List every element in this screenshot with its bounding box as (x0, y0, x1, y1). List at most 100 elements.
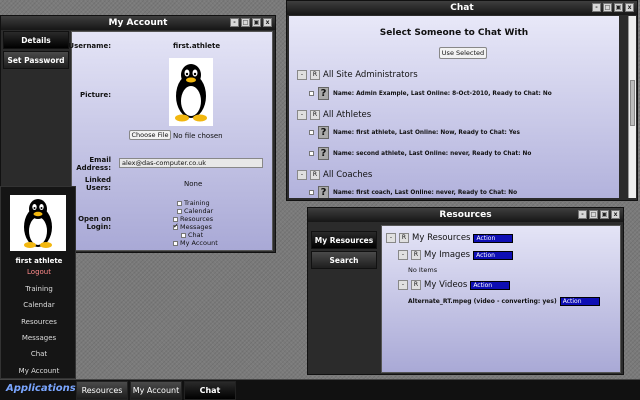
maximize-button[interactable]: ▣ (600, 210, 609, 219)
collapse-button[interactable]: - (297, 170, 307, 180)
choose-file-button[interactable]: Choose File (129, 130, 171, 140)
tree-label: My Images (424, 250, 471, 260)
select-checkbox[interactable] (309, 151, 314, 156)
chat-title: Chat (450, 3, 474, 13)
details-button[interactable]: Details (3, 31, 69, 49)
menu-calendar[interactable]: Calendar (1, 301, 77, 309)
applications-menu[interactable]: Applications (6, 383, 76, 394)
my-account-option-label: My Account (180, 239, 218, 247)
no-file-chosen-text: No file chosen (173, 132, 223, 140)
refresh-button[interactable]: R (399, 233, 409, 243)
menu-resources[interactable]: Resources (1, 318, 77, 326)
scrollbar-thumb[interactable] (630, 80, 635, 126)
group-title: All Site Administrators (323, 70, 418, 80)
group-coaches: - R All Coaches (297, 170, 372, 180)
user-avatar-penguin (169, 58, 213, 126)
collapse-button[interactable]: - (398, 250, 408, 260)
email-row: Email Address: (67, 156, 111, 172)
set-password-button[interactable]: Set Password (3, 51, 69, 69)
picture-row: Picture: (67, 91, 111, 99)
unknown-user-icon: ? (318, 147, 329, 160)
close-button[interactable]: x (611, 210, 620, 219)
resources-titlebar[interactable]: Resources - □ ▣ x (308, 208, 623, 222)
unknown-user-icon: ? (318, 87, 329, 100)
collapse-button[interactable]: - (398, 280, 408, 290)
minimize-button[interactable]: - (592, 3, 601, 12)
refresh-button[interactable]: R (310, 170, 320, 180)
maximize-button[interactable]: ▣ (614, 3, 623, 12)
calendar-option-label: Calendar (184, 207, 214, 215)
person-info: Name: first athlete, Last Online: Now, R… (333, 129, 520, 136)
close-button[interactable]: x (625, 3, 634, 12)
collapse-button[interactable]: - (386, 233, 396, 243)
chat-checkbox[interactable] (181, 232, 186, 238)
person-row[interactable]: ? Name: second athlete, Last Online: nev… (309, 147, 531, 160)
taskbar: Applications Resources My Account Chat (0, 379, 640, 400)
unknown-user-icon: ? (318, 126, 329, 139)
tree-label: My Videos (424, 280, 468, 290)
menu-my-account[interactable]: My Account (1, 367, 77, 375)
messages-checkbox[interactable] (173, 222, 179, 230)
menu-chat[interactable]: Chat (1, 350, 77, 358)
taskbar-resources[interactable]: Resources (76, 381, 128, 400)
username-row: Username: (67, 42, 111, 50)
username-label: Username: (68, 42, 111, 50)
person-row[interactable]: ? Name: first athlete, Last Online: Now,… (309, 126, 520, 139)
action-dropdown[interactable]: Action (473, 233, 514, 243)
use-selected-button[interactable]: Use Selected (439, 47, 487, 59)
minimize-button[interactable]: - (578, 210, 587, 219)
taskbar-my-account[interactable]: My Account (130, 381, 182, 400)
taskbar-chat[interactable]: Chat (184, 381, 236, 400)
my-account-titlebar[interactable]: My Account - □ ▣ x (1, 16, 275, 30)
group-athletes: - R All Athletes (297, 110, 371, 120)
profile-avatar-penguin (10, 195, 66, 251)
maximize-button[interactable]: ▣ (252, 18, 261, 27)
chat-window: Chat - □ ▣ x Select Someone to Chat With… (286, 0, 638, 201)
action-dropdown[interactable]: Action (473, 250, 514, 260)
login-option-chat[interactable]: Chat (181, 231, 203, 239)
restore-button[interactable]: □ (241, 18, 250, 27)
select-checkbox[interactable] (309, 91, 314, 96)
person-row[interactable]: ? Name: first coach, Last Online: never,… (309, 186, 517, 198)
my-account-checkbox[interactable] (173, 240, 178, 246)
person-info: Name: second athlete, Last Online: never… (333, 150, 532, 157)
resources-title: Resources (439, 210, 492, 220)
refresh-button[interactable]: R (411, 250, 421, 260)
collapse-button[interactable]: - (297, 110, 307, 120)
minimize-button[interactable]: - (230, 18, 239, 27)
search-button[interactable]: Search (311, 251, 377, 269)
messages-option-label: Messages (180, 223, 212, 231)
my-resources-button[interactable]: My Resources (311, 231, 377, 249)
refresh-button[interactable]: R (310, 110, 320, 120)
login-option-calendar[interactable]: Calendar (177, 207, 213, 215)
chat-contact-list: Select Someone to Chat With Use Selected… (289, 16, 619, 198)
refresh-button[interactable]: R (411, 280, 421, 290)
person-row[interactable]: ? Name: Admin Example, Last Online: 8-Oc… (309, 87, 552, 100)
restore-button[interactable]: □ (603, 3, 612, 12)
close-button[interactable]: x (263, 18, 272, 27)
login-option-resources[interactable]: Resources (173, 215, 213, 223)
menu-messages[interactable]: Messages (1, 334, 77, 342)
video-file-label[interactable]: Alternate_RT.mpeg (video - converting: y… (408, 298, 557, 305)
refresh-button[interactable]: R (310, 70, 320, 80)
action-dropdown[interactable]: Action (559, 297, 600, 306)
group-title: All Coaches (323, 170, 373, 180)
select-checkbox[interactable] (309, 190, 314, 195)
linked-users-value: None (184, 180, 203, 188)
logout-link[interactable]: Logout (1, 268, 77, 276)
email-label: Email Address: (76, 156, 111, 172)
chat-heading: Select Someone to Chat With (379, 28, 529, 38)
chat-scrollbar[interactable] (628, 16, 636, 198)
action-dropdown[interactable]: Action (470, 280, 511, 290)
collapse-button[interactable]: - (297, 70, 307, 80)
login-option-my-account[interactable]: My Account (173, 239, 218, 247)
training-checkbox[interactable] (177, 200, 182, 206)
restore-button[interactable]: □ (589, 210, 598, 219)
email-field[interactable]: alex@das-computer.co.uk (119, 158, 263, 168)
calendar-checkbox[interactable] (177, 208, 182, 214)
chat-titlebar[interactable]: Chat - □ ▣ x (287, 1, 637, 15)
login-option-messages[interactable]: Messages (173, 222, 212, 231)
login-option-training[interactable]: Training (177, 199, 210, 207)
menu-training[interactable]: Training (1, 285, 77, 293)
select-checkbox[interactable] (309, 130, 314, 135)
